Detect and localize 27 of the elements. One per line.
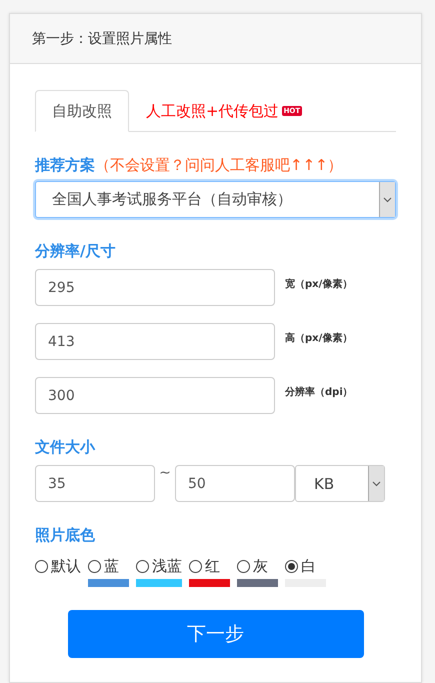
color-radio[interactable]: 白	[285, 557, 326, 576]
plan-label: 推荐方案	[35, 156, 95, 174]
unit-label: 分辨率（dpi）	[285, 385, 353, 399]
range-tilde: ~	[158, 465, 172, 481]
input-field[interactable]: 295	[35, 269, 275, 306]
unit-label: 宽（px/像素）	[285, 277, 352, 291]
caret-icon	[383, 196, 392, 202]
panel-title: 第一步：设置照片属性	[10, 14, 421, 64]
plan-select[interactable]: 全国人事考试服务平台（自动审核）	[35, 181, 396, 218]
tab[interactable]: 自助改照	[35, 90, 129, 132]
color-radio[interactable]: 蓝	[88, 557, 129, 576]
max-size-field[interactable]: 50	[175, 465, 295, 502]
next-button[interactable]: 下一步	[68, 610, 364, 658]
input-field[interactable]: 413	[35, 323, 275, 360]
min-size-field[interactable]: 35	[35, 465, 155, 502]
file-size-label: 文件大小	[35, 438, 96, 457]
input-field[interactable]: 300	[35, 377, 275, 414]
background-label: 照片底色	[35, 526, 96, 545]
unit-label: 高（px/像素）	[285, 331, 352, 345]
size-label: 分辨率/尺寸	[35, 242, 116, 261]
color-radio[interactable]: 灰	[237, 557, 278, 576]
plan-hint: （不会设置？问问人工客服吧↑↑↑）	[95, 156, 343, 174]
unit-select[interactable]: KB	[295, 465, 385, 502]
color-radio[interactable]: 浅蓝	[136, 557, 182, 576]
color-radio[interactable]: 默认	[35, 557, 81, 576]
color-radio[interactable]: 红	[189, 557, 230, 576]
caret-icon	[372, 480, 381, 486]
